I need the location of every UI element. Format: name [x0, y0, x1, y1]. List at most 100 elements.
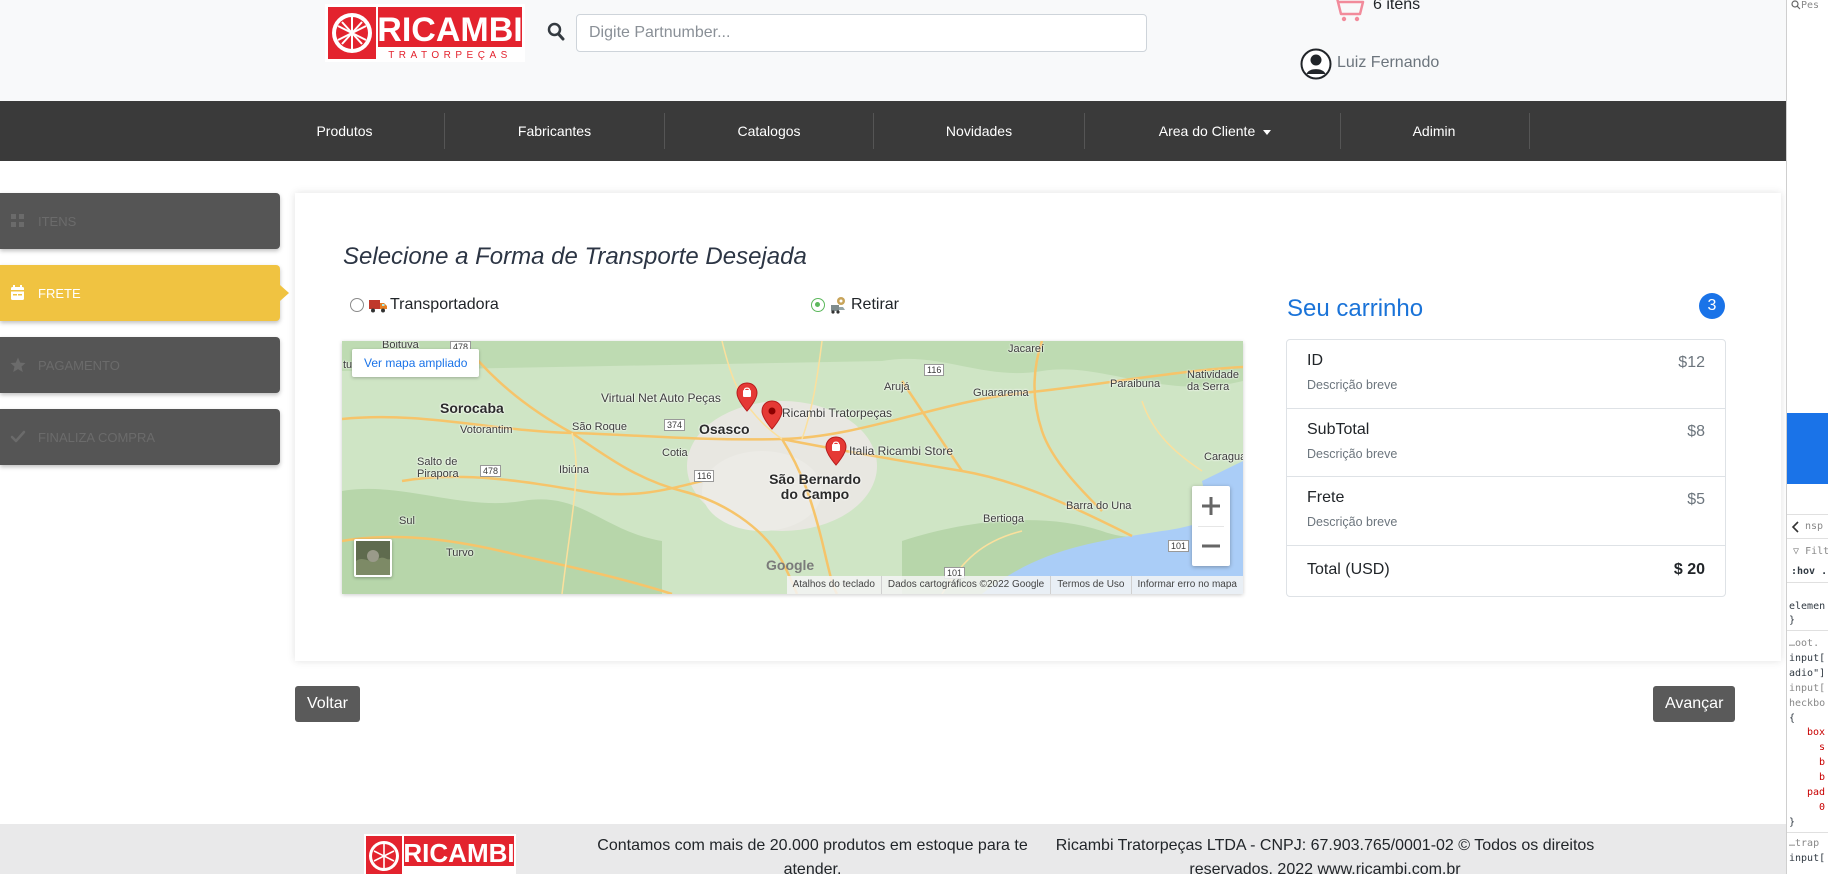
zoom-in-button[interactable] — [1192, 486, 1230, 526]
road-shield: 478 — [480, 465, 502, 477]
cart-count[interactable]: 6 itens — [1373, 0, 1420, 14]
nav-divider — [873, 113, 874, 149]
satellite-toggle[interactable] — [354, 539, 392, 577]
devtools-line: …trap — [1789, 838, 1820, 849]
report-error-link[interactable]: Informar erro no mapa — [1130, 576, 1244, 594]
cart-row-price: $8 — [1687, 422, 1705, 440]
search-input[interactable] — [576, 14, 1147, 52]
cart-row: SubTotal Descrição breve $8 — [1287, 409, 1725, 477]
map-label: Sorocaba — [440, 400, 504, 416]
poi-label: Virtual Net Auto Peças — [601, 391, 721, 405]
map-label: Natividade da Serra — [1187, 369, 1239, 393]
nav-adimin[interactable]: Adimin — [1374, 101, 1494, 161]
map-label: Turvo — [446, 547, 474, 559]
devtools-line: adio"] — [1789, 668, 1826, 679]
nav-divider — [1340, 113, 1341, 149]
cart-row-desc: Descrição breve — [1307, 446, 1398, 461]
road-shield: 116 — [694, 470, 715, 482]
map[interactable]: Boituva tu Jacareí Sorocaba Arujá Guarar… — [342, 341, 1243, 594]
cart-title: Seu carrinho — [1287, 295, 1424, 322]
terms-link[interactable]: Termos de Uso — [1050, 576, 1130, 594]
header: RICAMBI TRATORPEÇAS 6 itens — [0, 0, 1786, 101]
shopping-cart-icon[interactable] — [1330, 0, 1366, 22]
pickup-icon — [829, 296, 849, 314]
google-logo: Google — [766, 557, 815, 573]
devtools-filter[interactable]: ▽ Filt — [1793, 546, 1828, 557]
divider — [1787, 538, 1828, 539]
devtools-line: input[ — [1789, 653, 1826, 664]
divider — [1787, 514, 1828, 515]
devtools-line: input[ — [1789, 853, 1826, 864]
user-avatar-icon[interactable] — [1300, 48, 1332, 80]
divider — [1787, 630, 1828, 631]
next-button[interactable]: Avançar — [1653, 686, 1736, 722]
grid-icon — [10, 213, 26, 229]
cart-row-price: $5 — [1687, 491, 1705, 508]
footer-logo[interactable]: RICAMBI — [364, 834, 516, 874]
step-pagamento[interactable]: PAGAMENTO — [0, 337, 280, 393]
cart-row-name: SubTotal — [1307, 420, 1370, 438]
calendar-icon — [10, 285, 26, 301]
devtools-back-icon[interactable] — [1791, 521, 1801, 536]
radio-transportadora[interactable] — [350, 298, 364, 312]
map-label: Osasco — [699, 421, 750, 437]
back-button[interactable]: Voltar — [295, 686, 360, 722]
step-frete[interactable]: FRETE — [0, 265, 289, 321]
poi-label: Ricambi Tratorpeças — [782, 406, 893, 420]
devtools-search[interactable]: Pes — [1791, 0, 1819, 11]
option-label: Transportadora — [390, 296, 499, 313]
devtools-line: b — [1819, 757, 1826, 768]
logo-text: RICAMBI — [377, 11, 522, 49]
map-enlarge-link[interactable]: Ver mapa ampliado — [352, 349, 480, 377]
cart-row-desc: Descrição breve — [1307, 515, 1398, 529]
map-label: Jacareí — [1008, 343, 1045, 355]
devtools-inspect-stub[interactable]: nsp — [1805, 521, 1823, 532]
devtools-hov[interactable]: :hov . — [1791, 566, 1827, 577]
nav-novidades[interactable]: Novidades — [910, 101, 1048, 161]
nav-fabricantes[interactable]: Fabricantes — [478, 101, 631, 161]
devtools-search-icon — [1791, 0, 1801, 10]
road-shield: 116 — [924, 364, 945, 376]
divider — [1787, 582, 1828, 583]
option-retirar[interactable]: Retirar — [811, 294, 899, 316]
devtools-line: } — [1789, 615, 1796, 626]
map-pin-virtual-net[interactable] — [736, 382, 758, 412]
nav-catalogos[interactable]: Catalogos — [700, 101, 838, 161]
zoom-out-button[interactable] — [1192, 526, 1230, 566]
ricambi-logo[interactable]: RICAMBI TRATORPEÇAS — [325, 4, 525, 62]
map-label: Barra do Una — [1066, 500, 1132, 512]
user-name[interactable]: Luiz Fernando — [1337, 54, 1439, 72]
devtools-line: b — [1819, 772, 1826, 783]
step-finaliza-compra[interactable]: FINALIZA COMPRA — [0, 409, 280, 465]
devtools-line: …oot. — [1789, 638, 1820, 649]
keyboard-shortcuts-link[interactable]: Atalhos do teclado — [787, 576, 881, 594]
radio-retirar[interactable] — [811, 298, 825, 312]
map-pin-ricambi[interactable] — [761, 400, 783, 430]
cart-row-desc: Descrição breve — [1307, 378, 1398, 392]
nav-area-do-cliente[interactable]: Area do Cliente — [1120, 101, 1310, 161]
map-pin-italia-ricambi[interactable] — [825, 436, 847, 466]
nav-produtos[interactable]: Produtos — [278, 101, 411, 161]
step-label: FRETE — [38, 286, 81, 301]
nav-divider — [1529, 113, 1530, 149]
step-itens[interactable]: ITENS — [0, 193, 280, 249]
nav-area-do-cliente-label: Area do Cliente — [1158, 123, 1256, 139]
cart-total-label: Total (USD) — [1307, 560, 1390, 578]
devtools-line: box — [1807, 727, 1826, 738]
step-label: ITENS — [38, 214, 77, 229]
cart-summary: ID Descrição breve $12 SubTotal Descriçã… — [1286, 339, 1726, 597]
divider — [1787, 832, 1828, 833]
caret-down-icon — [1263, 129, 1272, 135]
map-label: Guararema — [973, 387, 1029, 399]
map-label: Arujá — [884, 381, 910, 393]
search-icon[interactable] — [547, 22, 565, 42]
map-label: tu — [343, 359, 353, 371]
map-label: Paraibuna — [1110, 378, 1161, 390]
devtools-line: elemen — [1789, 601, 1826, 612]
map-label: Sul — [399, 515, 415, 527]
devtools-line: pad — [1807, 787, 1826, 798]
devtools-line: { — [1789, 713, 1796, 724]
option-transportadora[interactable]: Transportadora — [350, 294, 499, 316]
devtools-highlight — [1787, 413, 1828, 484]
nav-divider — [1084, 113, 1085, 149]
